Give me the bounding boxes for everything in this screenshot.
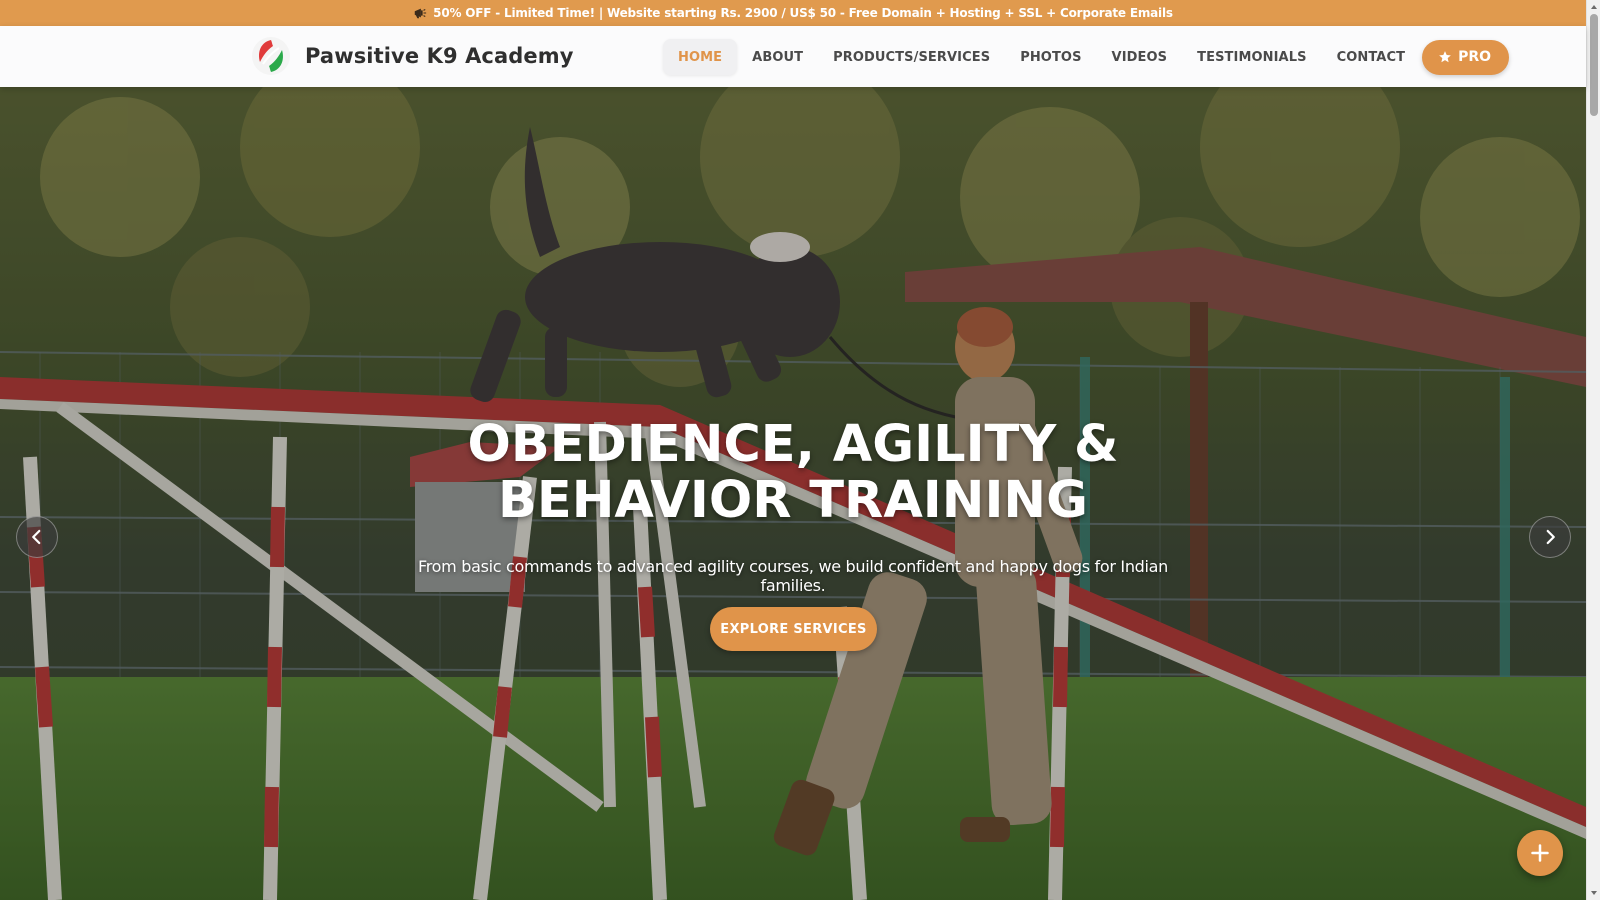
explore-services-button[interactable]: EXPLORE SERVICES <box>710 607 877 651</box>
hero-title-line2: BEHAVIOR TRAINING <box>498 471 1088 530</box>
floating-action-button[interactable] <box>1517 830 1563 876</box>
nav-item-home[interactable]: HOME <box>663 39 738 75</box>
hero-carousel: OBEDIENCE, AGILITY & BEHAVIOR TRAINING F… <box>0 87 1586 900</box>
scroll-down-icon[interactable] <box>1590 889 1598 897</box>
pro-button[interactable]: PRO <box>1422 39 1510 75</box>
nav-item-contact[interactable]: CONTACT <box>1322 39 1421 75</box>
nav-item-products-services[interactable]: PRODUCTS/SERVICES <box>818 39 1005 75</box>
main-nav: HOME ABOUT PRODUCTS/SERVICES PHOTOS VIDE… <box>663 39 1510 75</box>
site-name: Pawsitive K9 Academy <box>305 44 574 68</box>
site-header: Pawsitive K9 Academy HOME ABOUT PRODUCTS… <box>0 26 1586 87</box>
nav-item-videos[interactable]: VIDEOS <box>1097 39 1183 75</box>
promo-text: 50% OFF - Limited Time! | Website starti… <box>433 6 1173 20</box>
page-scrollbar[interactable] <box>1586 0 1600 900</box>
scroll-up-icon[interactable] <box>1590 3 1598 11</box>
hero-subtitle: From basic commands to advanced agility … <box>417 557 1169 595</box>
plus-icon <box>1531 844 1549 862</box>
star-icon <box>1439 51 1451 63</box>
page: 50% OFF - Limited Time! | Website starti… <box>0 0 1600 900</box>
pro-label: PRO <box>1458 49 1492 65</box>
brand[interactable]: Pawsitive K9 Academy <box>251 36 574 76</box>
nav-item-testimonials[interactable]: TESTIMONIALS <box>1182 39 1321 75</box>
hero-title-line1: OBEDIENCE, AGILITY & <box>467 415 1119 474</box>
nav-item-photos[interactable]: PHOTOS <box>1005 39 1096 75</box>
carousel-prev-button[interactable] <box>16 516 58 558</box>
hero-title: OBEDIENCE, AGILITY & BEHAVIOR TRAINING <box>393 417 1193 529</box>
chevron-right-icon <box>1546 529 1555 545</box>
nav-item-about[interactable]: ABOUT <box>737 39 818 75</box>
chevron-left-icon <box>32 529 41 545</box>
promo-banner[interactable]: 50% OFF - Limited Time! | Website starti… <box>0 0 1586 26</box>
hero-content: OBEDIENCE, AGILITY & BEHAVIOR TRAINING F… <box>0 87 1586 900</box>
scrollbar-thumb[interactable] <box>1590 14 1598 116</box>
megaphone-icon <box>414 8 427 19</box>
carousel-next-button[interactable] <box>1529 516 1571 558</box>
leaf-logo-icon <box>252 37 290 75</box>
